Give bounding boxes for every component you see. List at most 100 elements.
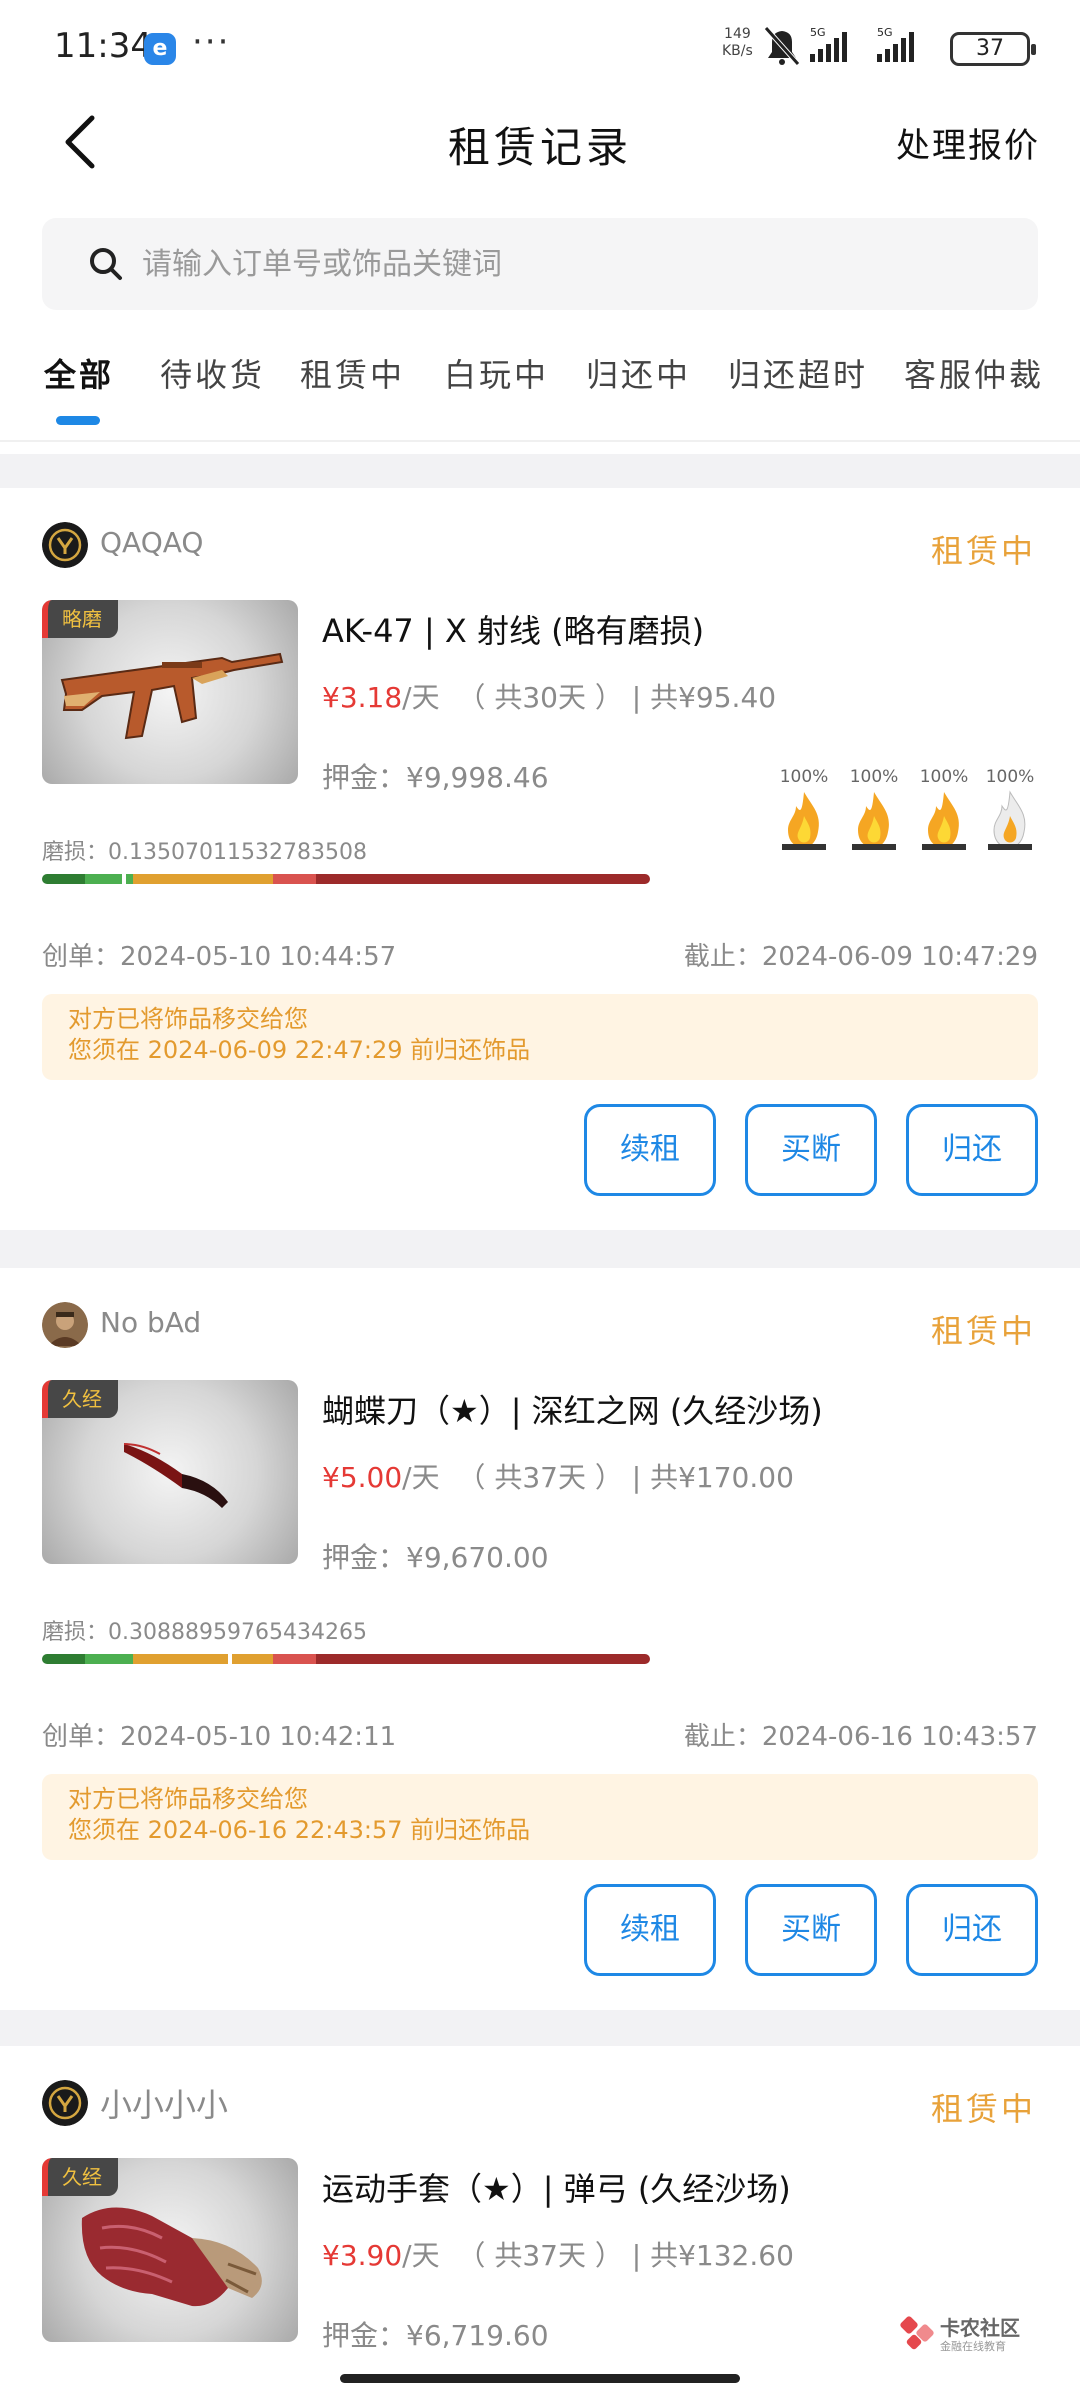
watermark-logo-icon bbox=[900, 2316, 934, 2350]
wear-pointer bbox=[227, 1650, 232, 1668]
deposit: 押金：¥9,998.46 bbox=[322, 756, 549, 796]
created-label: 创单： bbox=[42, 942, 121, 972]
buyout-button[interactable]: 买断 bbox=[745, 1104, 877, 1196]
notice-line: 您须在 2024-06-16 22:43:57 前归还饰品 bbox=[68, 1816, 531, 1844]
search-input[interactable] bbox=[142, 218, 1002, 310]
wear-seg-ww bbox=[273, 1654, 316, 1664]
rental-days: （ 共37天 ） bbox=[457, 1461, 623, 1494]
item-name[interactable]: 蝴蝶刀（★）| 深红之网 (久经沙场) bbox=[322, 1386, 823, 1432]
return-button[interactable]: 归还 bbox=[906, 1104, 1038, 1196]
deadline-time: 截止：2024-06-16 10:43:57 bbox=[684, 1716, 1038, 1753]
app-notification-icon: e bbox=[144, 33, 176, 65]
avatar[interactable] bbox=[42, 2080, 88, 2126]
wear-bar bbox=[42, 1654, 650, 1664]
deadline-label: 截止： bbox=[683, 942, 762, 972]
deadline-value: 2024-06-09 10:47:29 bbox=[761, 942, 1038, 972]
section-gap bbox=[0, 454, 1080, 488]
flame-icon bbox=[852, 792, 896, 850]
return-notice: 对方已将饰品移交给您 您须在 2024-06-09 22:47:29 前归还饰品 bbox=[42, 994, 1038, 1080]
deposit-value: ¥6,719.60 bbox=[406, 2319, 549, 2352]
divider bbox=[0, 440, 1080, 442]
wear-label: 磨损： bbox=[42, 1620, 109, 1645]
flame-sticker: 100% bbox=[846, 766, 902, 856]
daily-price: ¥5.00 bbox=[322, 1461, 403, 1494]
item-image[interactable]: 久经 bbox=[42, 1380, 298, 1564]
wear-seg-fn bbox=[42, 874, 85, 884]
wear-label: 磨损： bbox=[42, 840, 109, 865]
tab-free-play[interactable]: 白玩中 bbox=[444, 350, 549, 396]
rental-days: （ 共30天 ） bbox=[457, 681, 623, 714]
signal-icon-2: 5G bbox=[877, 26, 914, 62]
item-image[interactable]: 久经 bbox=[42, 2158, 298, 2342]
more-notifications-icon: ··· bbox=[192, 22, 231, 62]
section-gap bbox=[0, 1230, 1080, 1268]
wear-badge: 略磨 bbox=[42, 600, 118, 638]
order-card[interactable]: QAQAQ 租赁中 略磨 AK-47 | X 射线 (略有磨损) ¥3.18/天… bbox=[0, 488, 1080, 1230]
created-value: 2024-05-10 10:42:11 bbox=[120, 1722, 397, 1752]
deposit-label: 押金： bbox=[322, 2319, 407, 2352]
network-speed: 149 KB/s bbox=[722, 26, 753, 60]
seller-name: No bAd bbox=[100, 1306, 202, 1339]
order-status: 租赁中 bbox=[930, 532, 1036, 570]
deposit-value: ¥9,670.00 bbox=[406, 1541, 549, 1574]
search-bar[interactable] bbox=[42, 218, 1038, 310]
created-label: 创单： bbox=[42, 1722, 121, 1752]
return-button[interactable]: 归还 bbox=[906, 1884, 1038, 1976]
price-line: ¥3.90/天 （ 共37天 ） | 共¥132.60 bbox=[322, 2234, 794, 2274]
nav-bar: 租赁记录 处理报价 bbox=[0, 92, 1080, 192]
wear-seg-bs bbox=[315, 874, 650, 884]
seller-name: QAQAQ bbox=[100, 526, 204, 559]
price-line: ¥5.00/天 （ 共37天 ） | 共¥170.00 bbox=[322, 1456, 794, 1496]
tab-return-overdue[interactable]: 归还超时 bbox=[728, 350, 868, 396]
tab-all[interactable]: 全部 bbox=[44, 350, 114, 396]
buyout-button[interactable]: 买断 bbox=[745, 1884, 877, 1976]
flame-icon bbox=[922, 792, 966, 850]
avatar[interactable] bbox=[42, 1302, 88, 1348]
flame-sticker: 100% bbox=[916, 766, 972, 856]
flame-percent: 100% bbox=[849, 767, 899, 787]
tab-pending-receipt[interactable]: 待收货 bbox=[160, 350, 265, 396]
item-image[interactable]: 略磨 bbox=[42, 600, 298, 784]
order-status: 租赁中 bbox=[930, 2090, 1036, 2128]
svg-text:5G: 5G bbox=[877, 26, 893, 39]
wear-value: 0.30888959765434265 bbox=[108, 1620, 367, 1645]
status-time: 11:34 bbox=[54, 26, 152, 66]
tab-renting[interactable]: 租赁中 bbox=[300, 350, 405, 396]
renew-button[interactable]: 续租 bbox=[584, 1884, 716, 1976]
search-icon bbox=[90, 248, 122, 280]
daily-price: ¥3.90 bbox=[322, 2239, 403, 2272]
flame-sticker: 100% bbox=[776, 766, 832, 856]
total-price: | 共¥170.00 bbox=[631, 1461, 794, 1494]
order-status: 租赁中 bbox=[930, 1312, 1036, 1350]
flame-percent: 100% bbox=[919, 767, 969, 787]
renew-button[interactable]: 续租 bbox=[584, 1104, 716, 1196]
flame-percent: 100% bbox=[985, 767, 1035, 787]
avatar[interactable] bbox=[42, 522, 88, 568]
total-price: | 共¥95.40 bbox=[631, 681, 777, 714]
wear-badge: 久经 bbox=[42, 2158, 118, 2196]
order-card[interactable]: No bAd 租赁中 久经 蝴蝶刀（★）| 深红之网 (久经沙场) ¥5.00/… bbox=[0, 1268, 1080, 2010]
wear-bar bbox=[42, 874, 650, 884]
deposit: 押金：¥9,670.00 bbox=[322, 1536, 549, 1576]
seller-name: 小小小小 bbox=[100, 2086, 229, 2124]
home-indicator[interactable] bbox=[340, 2374, 740, 2383]
tab-arbitration[interactable]: 客服仲裁 bbox=[904, 350, 1044, 396]
wear-seg-fn bbox=[42, 1654, 85, 1664]
tab-returning[interactable]: 归还中 bbox=[586, 350, 691, 396]
rental-days: （ 共37天 ） bbox=[457, 2239, 623, 2272]
flame-icon bbox=[988, 790, 1032, 850]
handle-offers-button[interactable]: 处理报价 bbox=[896, 118, 1040, 167]
per-day: /天 bbox=[402, 1461, 440, 1494]
item-name[interactable]: AK-47 | X 射线 (略有磨损) bbox=[322, 606, 704, 652]
deposit-value: ¥9,998.46 bbox=[406, 761, 549, 794]
tab-indicator bbox=[56, 416, 100, 425]
notice-line: 对方已将饰品移交给您 bbox=[68, 1005, 308, 1033]
item-name[interactable]: 运动手套（★）| 弹弓 (久经沙场) bbox=[322, 2164, 791, 2210]
total-price: | 共¥132.60 bbox=[631, 2239, 794, 2272]
wear-pointer bbox=[122, 870, 127, 888]
wear-seg-mw bbox=[84, 1654, 134, 1664]
deposit: 押金：¥6,719.60 bbox=[322, 2314, 549, 2354]
daily-price: ¥3.18 bbox=[322, 681, 403, 714]
signal-icon: 5G bbox=[810, 26, 847, 62]
created-time: 创单：2024-05-10 10:44:57 bbox=[42, 936, 396, 973]
